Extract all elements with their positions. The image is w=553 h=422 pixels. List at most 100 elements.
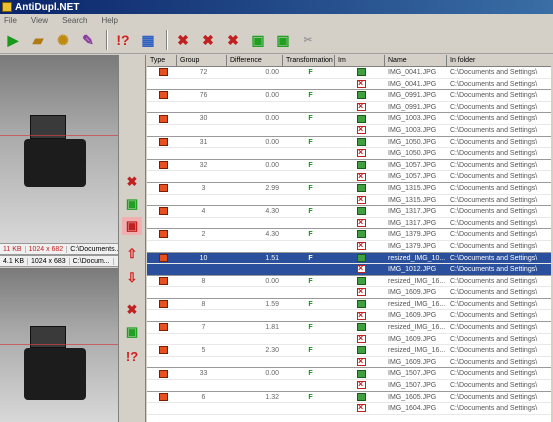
image-ok-icon[interactable] (357, 137, 366, 146)
col-transformation[interactable]: Transformation (283, 55, 335, 67)
image-ok-icon[interactable] (357, 68, 366, 77)
table-row[interactable]: 10 1.51 Fresized_IMG_10... C:\Documents and… (147, 252, 553, 265)
rename-icon[interactable]: ▣ (122, 323, 142, 341)
menu-file[interactable]: File (4, 16, 17, 25)
mistake-icon[interactable]: !? (112, 29, 134, 51)
image-ok-icon[interactable] (357, 300, 366, 309)
rename-first-icon[interactable]: ▣ (247, 29, 269, 51)
group-cell: 4 (201, 208, 206, 216)
table-row[interactable]: IMG_1057.JPG C:\Documents and Settings\ (147, 171, 553, 183)
image-delete-icon[interactable] (357, 334, 366, 344)
table-row[interactable]: IMG_1609.JPG C:\Documents and Settings\ (147, 287, 553, 299)
image-ok-icon[interactable] (357, 91, 366, 100)
table-row[interactable]: 76 0.00 F IMG_0991.JPG C:\Documents and Sett… (147, 90, 553, 102)
image-delete-icon[interactable] (357, 148, 366, 158)
table-row[interactable]: IMG_0041.JPG C:\Documents and Settings\ (147, 79, 553, 91)
image-delete-icon[interactable] (357, 264, 366, 274)
image-delete-icon[interactable] (357, 357, 366, 367)
transformation-cell: F (308, 277, 313, 285)
col-group[interactable]: Group (177, 55, 227, 67)
image-ok-icon[interactable] (357, 207, 366, 216)
image-delete-icon[interactable] (357, 195, 366, 205)
delete-first-icon[interactable]: ▣ (122, 195, 142, 213)
table-row[interactable]: 7 1.81 Fresized_IMG_16... C:\Documents and … (147, 322, 553, 334)
mistake-icon[interactable]: !? (122, 347, 142, 365)
table-row[interactable]: IMG_1604.JPG C:\Documents and Settings\ (147, 403, 553, 415)
col-difference[interactable]: Difference (227, 55, 283, 67)
col-im[interactable]: Im (335, 55, 385, 67)
table-row[interactable]: 8 0.00 Fresized_IMG_16... C:\Documents and … (147, 276, 553, 288)
image-delete-icon[interactable] (357, 241, 366, 251)
table-row[interactable]: IMG_1609.JPG C:\Documents and Settings\ (147, 357, 553, 369)
image-ok-icon[interactable] (357, 392, 366, 401)
delete-second-icon[interactable]: ✖ (197, 29, 219, 51)
table-row[interactable]: IMG_1050.JPG C:\Documents and Settings\ (147, 148, 553, 160)
table-row[interactable]: 2 4.30 F IMG_1379.JPG C:\Documents and Setti… (147, 229, 553, 241)
table-row[interactable]: 6 1.32 F IMG_1605.JPG C:\Documents and Setti… (147, 392, 553, 404)
table-row[interactable]: 33 0.00 F IMG_1507.JPG C:\Documents and Sett… (147, 368, 553, 381)
open-folder-icon[interactable]: ▰ (27, 29, 49, 51)
down-arrow-icon[interactable]: ⇩ (122, 269, 142, 287)
undo-icon[interactable]: ✂ (297, 29, 319, 51)
image-ok-icon[interactable] (357, 230, 366, 239)
rename-second-icon[interactable]: ▣ (272, 29, 294, 51)
image-ok-icon[interactable] (357, 323, 366, 332)
table-row[interactable]: IMG_1317.JPG C:\Documents and Settings\ (147, 218, 553, 230)
transformation-cell (283, 79, 335, 90)
menu-help[interactable]: Help (101, 16, 117, 25)
delete-both-icon[interactable]: ✖ (122, 301, 142, 319)
col-folder[interactable]: In folder (447, 55, 553, 67)
image-ok-icon[interactable] (357, 346, 366, 355)
image-ok-icon[interactable] (357, 184, 366, 193)
table-row[interactable]: 31 0.00 F IMG_1050.JPG C:\Documents and Sett… (147, 137, 553, 149)
image-delete-icon[interactable] (357, 310, 366, 321)
delete-both-icon[interactable]: ✖ (222, 29, 244, 51)
image-ok-icon[interactable] (357, 369, 366, 378)
erase-icon[interactable]: ✎ (77, 29, 99, 51)
table-row[interactable]: IMG_1379.JPG C:\Documents and Settings\ (147, 241, 553, 253)
up-arrow-icon[interactable]: ⇧ (122, 245, 142, 263)
table-row[interactable]: 5 2.30 Fresized_IMG_16... C:\Documents and … (147, 345, 553, 357)
table-row[interactable]: 72 0.00 F IMG_0041.JPG C:\Documents and Sett… (147, 67, 553, 79)
image-ok-icon[interactable] (357, 276, 366, 285)
name-cell: IMG_1315.JPG (388, 184, 437, 192)
table-row[interactable]: 8 1.59 Fresized_IMG_16... C:\Documents and … (147, 299, 553, 311)
col-type[interactable]: Type (147, 55, 177, 67)
delete-both-icon[interactable]: ✖ (122, 173, 142, 191)
refresh-icon[interactable]: ▦ (137, 29, 159, 51)
table-row[interactable]: IMG_1315.JPG C:\Documents and Settings\ (147, 195, 553, 207)
image-delete-icon[interactable] (357, 125, 366, 135)
table-row[interactable]: IMG_1012.JPG C:\Documents and Settings\ (147, 264, 553, 276)
table-row[interactable]: 30 0.00 F IMG_1003.JPG C:\Documents and Sett… (147, 113, 553, 125)
table-row[interactable]: IMG_1003.JPG C:\Documents and Settings\ (147, 125, 553, 137)
table-row[interactable]: IMG_1609.JPG C:\Documents and Settings\ (147, 334, 553, 346)
image-delete-icon[interactable] (357, 287, 366, 297)
image-delete-icon[interactable] (357, 218, 366, 228)
start-icon[interactable]: ▶ (2, 29, 24, 51)
menu-view[interactable]: View (31, 16, 48, 25)
col-name[interactable]: Name (385, 55, 447, 67)
delete-first-icon[interactable]: ✖ (172, 29, 194, 51)
image-delete-icon[interactable] (357, 380, 366, 390)
group-cell: 5 (201, 347, 206, 355)
table-header: Type Group Difference Transformation Im … (147, 55, 553, 67)
settings-icon[interactable]: ✺ (52, 29, 74, 51)
table-row[interactable]: IMG_1507.JPG C:\Documents and Settings\ (147, 380, 553, 392)
image-ok-icon[interactable] (357, 253, 366, 262)
name-cell: IMG_1379.JPG (388, 242, 437, 250)
image-delete-icon[interactable] (357, 79, 366, 89)
image-ok-icon[interactable] (357, 160, 366, 169)
duplicate-type-icon (159, 184, 168, 193)
table-row[interactable]: IMG_1609.JPG C:\Documents and Settings\ (147, 310, 553, 323)
image-delete-icon[interactable] (357, 102, 366, 112)
table-row[interactable]: 32 0.00 F IMG_1057.JPG C:\Documents and Sett… (147, 160, 553, 172)
table-row[interactable]: 3 2.99 F IMG_1315.JPG C:\Documents and Setti… (147, 183, 553, 195)
table-row[interactable]: IMG_0991.JPG C:\Documents and Settings\ (147, 102, 553, 114)
menu-search[interactable]: Search (62, 16, 87, 25)
image-delete-icon[interactable] (357, 403, 366, 413)
delete-second-icon[interactable]: ▣ (122, 217, 142, 235)
image-ok-icon[interactable] (357, 114, 366, 123)
image-delete-icon[interactable] (357, 171, 366, 182)
table-row[interactable]: 4 4.30 F IMG_1317.JPG C:\Documents and Setti… (147, 206, 553, 218)
group-cell: 72 (199, 69, 208, 76)
